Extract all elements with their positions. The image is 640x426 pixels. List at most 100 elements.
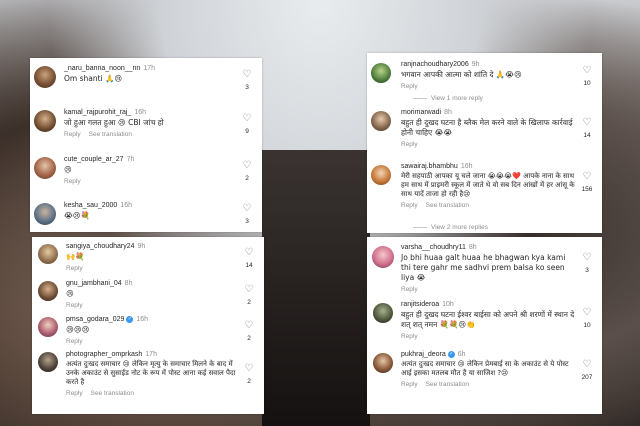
username[interactable]: ranjitsideroa	[401, 301, 439, 308]
avatar[interactable]	[373, 353, 393, 373]
verified-icon: ✓	[447, 350, 455, 358]
avatar[interactable]	[34, 66, 56, 88]
see-translation-button[interactable]: See translation	[426, 202, 469, 209]
like-count: 3	[245, 84, 249, 91]
heart-icon[interactable]: ♡	[581, 253, 593, 263]
heart-icon[interactable]: ♡	[243, 321, 255, 331]
timestamp: 9h	[137, 243, 146, 250]
reply-button[interactable]: Reply	[66, 338, 83, 345]
username[interactable]: morimarwadi	[401, 109, 441, 116]
comment-text: भगवान आपकी आत्मा को शांति दे 🙏😭😢	[401, 70, 522, 79]
like-count: 10	[583, 322, 591, 329]
reply-button[interactable]: Reply	[64, 131, 81, 138]
heart-icon[interactable]: ♡	[581, 308, 593, 318]
avatar[interactable]	[34, 203, 56, 225]
username[interactable]: _naru_banna_noon__nn	[64, 65, 140, 72]
comment-text: बहुत ही दुखद घटना ईश्वर बाईसा को अपने श्…	[401, 310, 575, 329]
username[interactable]: photographer_omprkash	[66, 351, 142, 358]
timestamp: 6h	[457, 351, 466, 358]
like-count: 2	[247, 378, 251, 385]
comment-text: 😢	[64, 165, 72, 174]
avatar[interactable]	[34, 110, 56, 132]
heart-icon[interactable]: ♡	[581, 360, 593, 370]
comment-text: 🙌💐	[66, 252, 85, 261]
comment-panel-bottom-right: varsha__choudhry11 8h Jo bhi huaa galt hu…	[367, 237, 602, 414]
timestamp: 16h	[460, 163, 473, 170]
comment-text: बहुत ही दुखद घटना है ब्लैक मेल करने वाले…	[401, 118, 573, 137]
avatar[interactable]	[372, 246, 394, 268]
comment-text: मेरी सहपाठी आपका यू चले जाना 😭😭😭❤️ आपके …	[401, 172, 575, 198]
heart-icon[interactable]: ♡	[581, 172, 593, 182]
username[interactable]: cute_couple_ar_27	[64, 156, 124, 163]
like-count: 207	[581, 374, 593, 381]
reply-button[interactable]: Reply	[401, 381, 418, 388]
username[interactable]: varsha__choudhry11	[401, 244, 466, 251]
timestamp: 17h	[145, 351, 157, 358]
comment-text: जो हुआ गलत हुआ 😢 CBI जांच हो	[64, 118, 164, 127]
heart-icon[interactable]: ♡	[241, 204, 253, 214]
timestamp: 16h	[136, 316, 149, 323]
like-count: 14	[583, 132, 591, 139]
view-more-replies-button[interactable]: View 2 more replies	[413, 224, 488, 231]
reply-button[interactable]: Reply	[401, 286, 418, 293]
reply-button[interactable]: Reply	[66, 265, 83, 272]
see-translation-button[interactable]: See translation	[91, 390, 134, 397]
timestamp: 8h	[124, 280, 133, 287]
timestamp: 16h	[120, 202, 133, 209]
comment-text: अत्यंत दुःखद समाचार 😢 लेकिन मृत्यु के सम…	[66, 360, 236, 386]
reply-button[interactable]: Reply	[401, 141, 418, 148]
reply-button[interactable]: Reply	[401, 202, 418, 209]
reply-button[interactable]: Reply	[401, 333, 418, 340]
verified-icon: ✓	[126, 315, 134, 323]
comment-panel-top-right: ranjnachoudhary2006 9h भगवान आपकी आत्मा क…	[367, 53, 602, 233]
username[interactable]: ranjnachoudhary2006	[401, 61, 469, 68]
heart-icon[interactable]: ♡	[581, 118, 593, 128]
avatar[interactable]	[38, 281, 58, 301]
see-translation-button[interactable]: See translation	[426, 381, 469, 388]
timestamp: 17h	[143, 65, 155, 72]
timestamp: 16h	[134, 109, 147, 116]
background-figure	[262, 150, 370, 426]
comment-panel-bottom-left: sangiya_choudhary24 9h 🙌💐 Reply ♡ 14 gnu_j…	[32, 237, 264, 414]
heart-icon[interactable]: ♡	[241, 161, 253, 171]
avatar[interactable]	[38, 317, 58, 337]
heart-icon[interactable]: ♡	[581, 66, 593, 76]
avatar[interactable]	[371, 165, 391, 185]
like-count: 3	[585, 267, 589, 274]
like-count: 3	[245, 218, 249, 225]
like-count: 2	[247, 335, 251, 342]
reply-button[interactable]: Reply	[66, 302, 83, 309]
timestamp: 8h	[444, 109, 452, 116]
view-more-replies-button[interactable]: View 1 more reply	[413, 95, 483, 102]
username[interactable]: kesha_sau_2000	[64, 202, 117, 209]
comment-text: 😢😢😢	[66, 325, 90, 334]
username[interactable]: pukhraj_deora	[401, 351, 446, 358]
username[interactable]: sawairaj.bhambhu	[401, 163, 458, 170]
username[interactable]: pmsa_godara_029	[66, 316, 124, 323]
heart-icon[interactable]: ♡	[243, 285, 255, 295]
heart-icon[interactable]: ♡	[243, 248, 255, 258]
comment-text: 😢	[66, 289, 74, 298]
see-translation-button[interactable]: See translation	[89, 131, 132, 138]
reply-button[interactable]: Reply	[66, 390, 83, 397]
comment-text: अत्यंत दुःखद समाचार 😢 लेकिन प्रेमबाई सा …	[401, 360, 569, 377]
avatar[interactable]	[34, 157, 56, 179]
avatar[interactable]	[371, 111, 391, 131]
avatar[interactable]	[371, 63, 391, 83]
username[interactable]: gnu_jambhani_04	[66, 280, 122, 287]
reply-button[interactable]: Reply	[64, 178, 81, 185]
like-count: 2	[247, 299, 251, 306]
heart-icon[interactable]: ♡	[241, 114, 253, 124]
avatar[interactable]	[38, 244, 58, 264]
like-count: 156	[581, 186, 593, 193]
username[interactable]: sangiya_choudhary24	[66, 243, 135, 250]
reply-button[interactable]: Reply	[401, 83, 418, 90]
timestamp: 8h	[468, 244, 477, 251]
avatar[interactable]	[38, 352, 58, 372]
timestamp: 9h	[471, 61, 480, 68]
avatar[interactable]	[373, 303, 393, 323]
timestamp: 7h	[126, 156, 135, 163]
heart-icon[interactable]: ♡	[243, 364, 255, 374]
heart-icon[interactable]: ♡	[241, 70, 253, 80]
username[interactable]: kamal_rajpurohit_raj_	[64, 109, 131, 116]
